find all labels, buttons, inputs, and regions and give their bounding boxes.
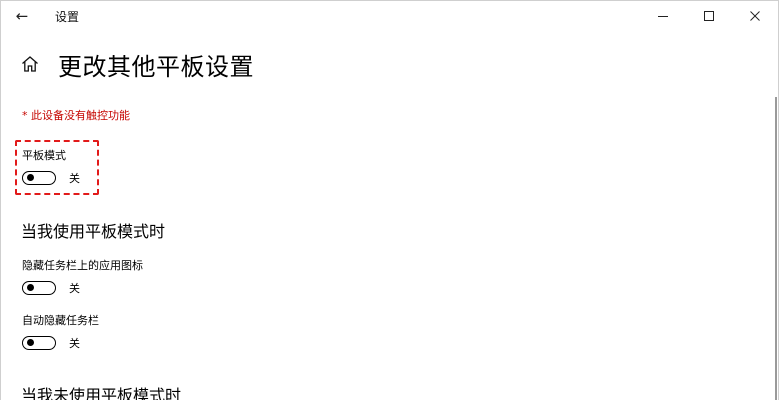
minimize-icon [658,16,668,17]
auto-hide-taskbar-setting: 关 [22,334,80,352]
close-button[interactable] [732,1,778,31]
tablet-mode-label: 平板模式 [22,149,66,162]
tablet-mode-state: 关 [69,172,80,185]
auto-hide-taskbar-state: 关 [69,337,80,350]
page-header: 更改其他平板设置 [21,47,254,81]
toggle-knob [27,339,34,347]
tablet-mode-setting: 关 [22,169,80,187]
page-title: 更改其他平板设置 [58,52,254,81]
home-icon[interactable] [21,55,39,73]
hide-app-icons-toggle[interactable] [22,281,56,295]
no-touch-note: * 此设备没有触控功能 [22,109,130,122]
back-arrow-icon: ← [15,7,29,25]
toggle-knob [27,174,34,182]
maximize-button[interactable] [686,1,732,31]
section-heading-tablet-mode-off: 当我未使用平板模式时 [21,386,182,400]
close-icon [750,11,760,21]
hide-app-icons-state: 关 [69,282,80,295]
minimize-button[interactable] [640,1,686,31]
auto-hide-taskbar-label: 自动隐藏任务栏 [22,314,99,327]
title-bar: ← 设置 [1,1,778,31]
settings-window: ← 设置 更改其他平板设置 * 此设备没有触控功能 平板模式 关 当我使用平板模… [0,0,779,400]
maximize-icon [704,11,714,21]
tablet-mode-toggle[interactable] [22,171,56,185]
hide-app-icons-label: 隐藏任务栏上的应用图标 [22,259,143,272]
back-button[interactable]: ← [9,3,35,29]
vertical-scrollbar[interactable] [775,97,777,400]
hide-app-icons-setting: 关 [22,279,80,297]
auto-hide-taskbar-toggle[interactable] [22,336,56,350]
window-title: 设置 [55,10,80,24]
section-heading-tablet-mode-on: 当我使用平板模式时 [21,222,166,241]
toggle-knob [27,284,34,292]
window-controls [640,1,778,31]
